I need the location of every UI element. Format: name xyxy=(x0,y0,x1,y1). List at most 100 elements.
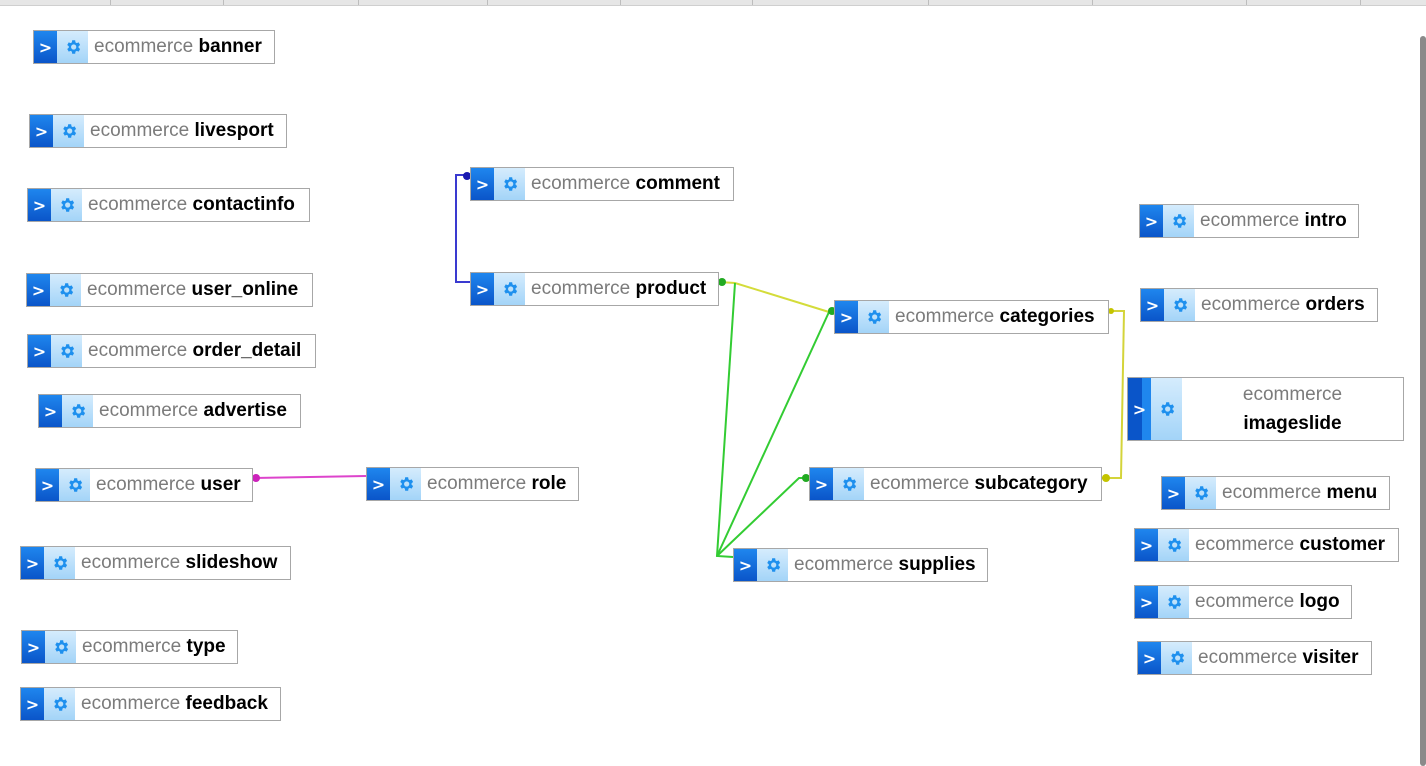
gear-icon[interactable] xyxy=(1164,289,1195,321)
table-livesport[interactable]: > ecommerce livesport xyxy=(29,114,287,148)
table-label: ecommerce product xyxy=(531,278,707,299)
table-label: ecommerce advertise xyxy=(99,400,287,421)
table-orders[interactable]: > ecommerce orders xyxy=(1140,288,1378,322)
gear-icon[interactable] xyxy=(44,547,75,579)
gear-icon[interactable] xyxy=(833,468,864,500)
chevron-right-icon[interactable]: > xyxy=(1135,586,1158,618)
relation-categories-supplies xyxy=(716,311,830,557)
gear-icon[interactable] xyxy=(757,549,788,581)
table-label: ecommerce customer xyxy=(1195,534,1386,555)
table-label: ecommerce banner xyxy=(94,36,262,57)
gear-icon[interactable] xyxy=(1161,642,1192,674)
table-label: ecommerce user xyxy=(96,474,241,495)
gear-icon[interactable] xyxy=(50,274,81,306)
vertical-scrollbar[interactable] xyxy=(1420,36,1426,766)
chevron-right-icon[interactable]: > xyxy=(367,468,390,500)
table-categories[interactable]: > ecommerce categories xyxy=(834,300,1109,334)
gear-icon[interactable] xyxy=(494,168,525,200)
table-banner[interactable]: > ecommerce banner xyxy=(33,30,275,64)
chevron-right-icon[interactable]: > xyxy=(810,468,833,500)
gear-icon[interactable] xyxy=(494,273,525,305)
gear-icon[interactable] xyxy=(858,301,889,333)
table-menu[interactable]: > ecommerce menu xyxy=(1161,476,1390,510)
gear-icon[interactable] xyxy=(390,468,421,500)
table-subcategory[interactable]: > ecommerce subcategory xyxy=(809,467,1102,501)
table-order-detail[interactable]: > ecommerce order_detail xyxy=(27,334,316,368)
gear-icon[interactable] xyxy=(59,469,90,501)
table-label: ecommerce intro xyxy=(1200,210,1347,231)
relation-product-supplies xyxy=(715,282,736,558)
table-label: ecommerce role xyxy=(427,473,567,494)
gear-icon[interactable] xyxy=(51,335,82,367)
table-supplies[interactable]: > ecommerce supplies xyxy=(733,548,988,582)
table-label: ecommerce slideshow xyxy=(81,552,278,573)
chevron-right-icon[interactable]: > xyxy=(1140,205,1163,237)
gear-icon[interactable] xyxy=(45,631,76,663)
table-role[interactable]: > ecommerce role xyxy=(366,467,579,501)
chevron-right-icon[interactable]: > xyxy=(835,301,858,333)
table-label: ecommerce user_online xyxy=(87,279,299,300)
table-label: ecommerce supplies xyxy=(794,554,976,575)
table-label: ecommerce order_detail xyxy=(88,340,302,361)
table-imageslide[interactable]: > ecommerce imageslide xyxy=(1127,377,1404,441)
gear-icon[interactable] xyxy=(1158,529,1189,561)
table-label: ecommerce subcategory xyxy=(870,473,1088,494)
table-user[interactable]: > ecommerce user xyxy=(35,468,253,502)
relation-subcategory-supplies xyxy=(716,477,809,557)
table-visiter[interactable]: > ecommerce visiter xyxy=(1137,641,1372,675)
chevron-right-icon[interactable]: > xyxy=(1162,477,1185,509)
table-comment[interactable]: > ecommerce comment xyxy=(470,167,734,201)
relation-categories-subcategory xyxy=(1101,310,1126,479)
gear-icon[interactable] xyxy=(44,688,75,720)
table-intro[interactable]: > ecommerce intro xyxy=(1139,204,1359,238)
table-advertise[interactable]: > ecommerce advertise xyxy=(38,394,301,428)
chevron-right-icon[interactable]: > xyxy=(34,31,57,63)
table-label: ecommerce comment xyxy=(531,173,720,194)
relation-product-categories xyxy=(718,281,830,313)
chevron-right-icon[interactable]: > xyxy=(21,688,44,720)
chevron-right-icon[interactable]: > xyxy=(28,189,51,221)
gear-icon[interactable] xyxy=(1151,378,1182,440)
chevron-right-icon[interactable]: > xyxy=(734,549,757,581)
gear-icon[interactable] xyxy=(57,31,88,63)
gear-icon[interactable] xyxy=(53,115,84,147)
table-customer[interactable]: > ecommerce customer xyxy=(1134,528,1399,562)
chevron-right-icon[interactable]: > xyxy=(39,395,62,427)
chevron-right-icon[interactable]: > xyxy=(21,547,44,579)
relation-comment-product xyxy=(455,174,470,283)
table-type[interactable]: > ecommerce type xyxy=(21,630,238,664)
chevron-right-icon[interactable]: > xyxy=(27,274,50,306)
table-label: ecommerce type xyxy=(82,636,226,657)
chevron-right-icon[interactable]: > xyxy=(22,631,45,663)
table-label: ecommerce livesport xyxy=(90,120,274,141)
relation-user-role xyxy=(252,475,367,479)
gear-icon[interactable] xyxy=(1185,477,1216,509)
chevron-right-icon[interactable]: > xyxy=(471,168,494,200)
table-label: ecommerce menu xyxy=(1222,482,1378,503)
table-label: ecommerce contactinfo xyxy=(88,194,295,215)
chevron-right-icon[interactable]: > xyxy=(1141,289,1164,321)
chevron-right-icon[interactable]: > xyxy=(1135,529,1158,561)
table-label: ecommerce visiter xyxy=(1198,647,1359,668)
chevron-right-icon[interactable]: > xyxy=(1138,642,1161,674)
gear-icon[interactable] xyxy=(51,189,82,221)
gear-icon[interactable] xyxy=(1163,205,1194,237)
chevron-right-icon[interactable]: > xyxy=(28,335,51,367)
chevron-right-icon[interactable]: > xyxy=(30,115,53,147)
gear-icon[interactable] xyxy=(62,395,93,427)
chevron-right-icon[interactable]: > xyxy=(36,469,59,501)
table-logo[interactable]: > ecommerce logo xyxy=(1134,585,1352,619)
table-product[interactable]: > ecommerce product xyxy=(470,272,719,306)
table-label: ecommerce imageslide xyxy=(1242,384,1343,434)
table-label: ecommerce categories xyxy=(895,306,1095,327)
table-label: ecommerce orders xyxy=(1201,294,1365,315)
table-feedback[interactable]: > ecommerce feedback xyxy=(20,687,281,721)
table-user-online[interactable]: > ecommerce user_online xyxy=(26,273,313,307)
table-contactinfo[interactable]: > ecommerce contactinfo xyxy=(27,188,310,222)
chevron-right-icon[interactable]: > xyxy=(1128,378,1151,440)
table-label: ecommerce feedback xyxy=(81,693,268,714)
chevron-right-icon[interactable]: > xyxy=(471,273,494,305)
table-slideshow[interactable]: > ecommerce slideshow xyxy=(20,546,291,580)
table-label: ecommerce logo xyxy=(1195,591,1340,612)
gear-icon[interactable] xyxy=(1158,586,1189,618)
